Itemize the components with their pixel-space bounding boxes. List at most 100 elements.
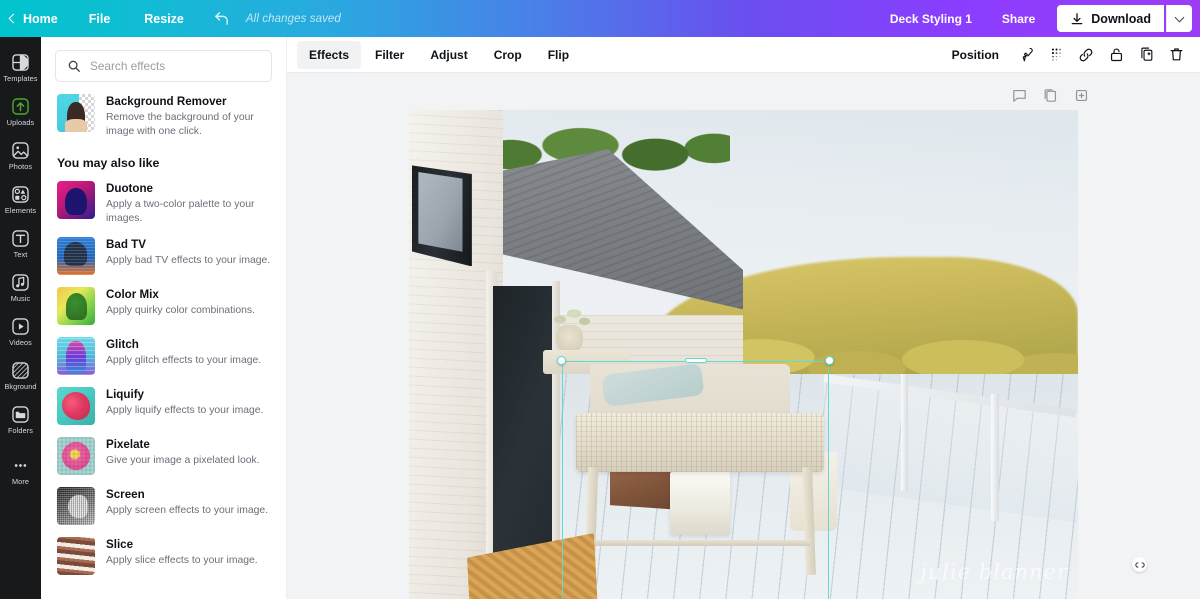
- effect-thumbnail: [57, 181, 95, 219]
- effect-screen[interactable]: Screen Apply screen effects to your imag…: [41, 481, 286, 531]
- delete-button[interactable]: [1162, 41, 1190, 69]
- toolbar-right-group: Position: [941, 41, 1190, 69]
- sidebar-item-more[interactable]: More: [0, 441, 41, 492]
- more-icon: [11, 455, 31, 475]
- resize-handle-top-right[interactable]: [825, 356, 834, 365]
- effect-slice[interactable]: Slice Apply slice effects to your image.: [41, 531, 286, 581]
- home-button[interactable]: Home: [0, 0, 72, 37]
- download-options-button[interactable]: [1166, 5, 1192, 32]
- effect-title: Background Remover: [106, 95, 227, 108]
- sidebar-item-background[interactable]: Bkground: [0, 353, 41, 397]
- effect-color-mix[interactable]: Color Mix Apply quirky color combination…: [41, 281, 286, 331]
- trash-icon: [1170, 48, 1182, 61]
- file-menu[interactable]: File: [72, 0, 128, 37]
- effect-duotone[interactable]: Duotone Apply a two-color palette to you…: [41, 175, 286, 231]
- undo-button[interactable]: [201, 0, 242, 37]
- resize-menu[interactable]: Resize: [127, 0, 201, 37]
- sidebar-label: Text: [13, 250, 28, 259]
- sidebar-item-folders[interactable]: Folders: [0, 397, 41, 441]
- comment-icon[interactable]: [1011, 87, 1028, 104]
- photo-lantern-glass: [418, 171, 463, 252]
- effect-description: Apply quirky color combinations.: [106, 305, 256, 316]
- photos-icon: [11, 140, 31, 160]
- effect-thumbnail: [57, 237, 95, 275]
- tab-effects[interactable]: Effects: [297, 40, 362, 69]
- selection-edge-right: [827, 361, 829, 599]
- duplicate-page-icon[interactable]: [1042, 87, 1059, 104]
- effect-description: Give your image a pixelated look.: [106, 455, 260, 466]
- canvas-stage[interactable]: julie blanner: [287, 73, 1200, 599]
- text-icon: [11, 228, 31, 248]
- transparency-button[interactable]: [1042, 41, 1070, 69]
- home-label: Home: [23, 11, 58, 26]
- tab-adjust[interactable]: Adjust: [418, 41, 479, 69]
- tab-crop[interactable]: Crop: [482, 41, 534, 69]
- effect-description: Apply a two-color palette to your images…: [106, 199, 255, 224]
- save-status: All changes saved: [245, 12, 341, 25]
- lock-button[interactable]: [1102, 41, 1130, 69]
- app-header: Home File Resize All changes saved Deck …: [0, 0, 1200, 37]
- effect-thumbnail: [57, 537, 95, 575]
- sidebar-item-text[interactable]: Text: [0, 221, 41, 265]
- effect-title: Slice: [106, 538, 134, 551]
- download-label: Download: [1091, 11, 1151, 26]
- effect-description: Apply screen effects to your image.: [106, 505, 269, 516]
- effect-liquify[interactable]: Liquify Apply liquify effects to your im…: [41, 381, 286, 431]
- duplicate-button[interactable]: [1132, 41, 1160, 69]
- back-chevron-icon: [8, 13, 19, 24]
- move-icon: [1134, 561, 1145, 568]
- effect-description: Apply liquify effects to your image.: [106, 405, 264, 416]
- effect-thumbnail: [57, 287, 95, 325]
- effect-thumbnail: [57, 487, 95, 525]
- effect-thumbnail: [57, 94, 95, 132]
- effect-bad-tv[interactable]: Bad TV Apply bad TV effects to your imag…: [41, 231, 286, 281]
- photo-watermark: julie blanner: [920, 560, 1068, 585]
- page-tools: [1011, 87, 1090, 104]
- effect-glitch[interactable]: Glitch Apply glitch effects to your imag…: [41, 331, 286, 381]
- sidebar-item-elements[interactable]: Elements: [0, 177, 41, 221]
- tab-filter[interactable]: Filter: [363, 41, 416, 69]
- duplicate-icon: [1140, 47, 1152, 61]
- resize-handle-top-left[interactable]: [557, 356, 566, 365]
- link-button[interactable]: [1072, 41, 1100, 69]
- sidebar-item-photos[interactable]: Photos: [0, 133, 41, 177]
- tab-flip[interactable]: Flip: [536, 41, 581, 69]
- effect-title: Pixelate: [106, 438, 150, 451]
- effect-title: Screen: [106, 488, 145, 501]
- transparency-icon: [1051, 48, 1061, 61]
- photo-rail-post: [900, 374, 909, 492]
- resize-bar-top[interactable]: [684, 358, 707, 364]
- sidebar-item-videos[interactable]: Videos: [0, 309, 41, 353]
- background-icon: [11, 360, 31, 380]
- search-container: Search effects: [41, 37, 286, 88]
- document-title[interactable]: Deck Styling 1: [876, 12, 986, 26]
- move-cursor-badge[interactable]: [1132, 557, 1147, 572]
- effect-description: Apply glitch effects to your image.: [106, 355, 262, 366]
- effect-background-remover[interactable]: Background Remover Remove the background…: [41, 88, 286, 144]
- color-picker-button[interactable]: [1012, 41, 1040, 69]
- add-page-icon[interactable]: [1073, 87, 1090, 104]
- thumb-art: [64, 119, 88, 132]
- download-button[interactable]: Download: [1057, 5, 1164, 32]
- sidebar-label: Photos: [8, 162, 33, 171]
- sidebar-item-uploads[interactable]: Uploads: [0, 89, 41, 133]
- section-heading: You may also like: [57, 156, 160, 170]
- share-button[interactable]: Share: [988, 6, 1049, 32]
- effect-thumbnail: [57, 437, 95, 475]
- effect-title: Glitch: [106, 338, 139, 351]
- header-left-group: Home File Resize All changes saved: [0, 0, 341, 37]
- sidebar-item-music[interactable]: Music: [0, 265, 41, 309]
- chevron-down-icon: [1174, 12, 1185, 22]
- position-button[interactable]: Position: [941, 41, 1010, 69]
- effect-title: Liquify: [106, 388, 144, 401]
- search-placeholder: Search effects: [90, 59, 166, 73]
- effect-pixelate[interactable]: Pixelate Give your image a pixelated loo…: [41, 431, 286, 481]
- undo-icon: [215, 12, 228, 25]
- effect-thumbnail: [57, 387, 95, 425]
- canva-editor: Home File Resize All changes saved Deck …: [0, 0, 1200, 599]
- effect-title: Duotone: [106, 182, 154, 195]
- search-input[interactable]: Search effects: [55, 50, 272, 82]
- effect-description: Remove the background of your image with…: [106, 112, 254, 137]
- sidebar-item-templates[interactable]: Templates: [0, 45, 41, 89]
- selection-frame[interactable]: [557, 356, 834, 599]
